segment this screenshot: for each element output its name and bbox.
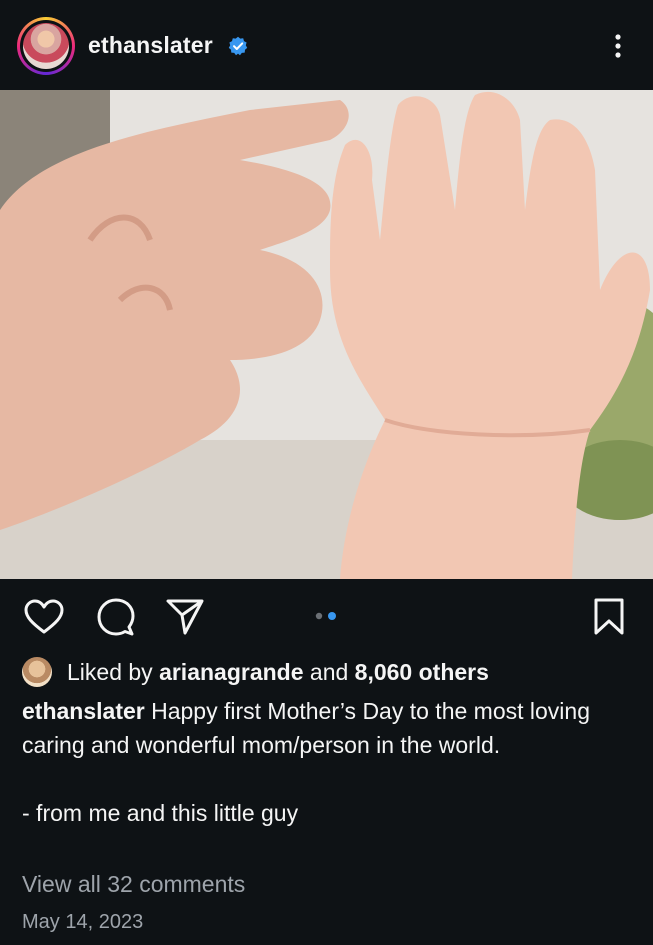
photo-illustration: [0, 90, 653, 579]
likes-prefix: Liked by: [67, 658, 160, 685]
post-username[interactable]: ethanslater: [88, 32, 213, 59]
view-comments-link[interactable]: View all 32 comments: [22, 871, 245, 898]
carousel-dot-1: [315, 612, 323, 620]
post-photo[interactable]: [0, 90, 653, 579]
liker-avatar[interactable]: [22, 657, 52, 687]
liker-username[interactable]: arianagrande: [159, 659, 303, 685]
avatar-border: [20, 20, 72, 72]
post-header: ethanslater: [0, 0, 653, 90]
heart-icon[interactable]: [24, 599, 64, 635]
carousel-dot-2-active: [328, 612, 336, 620]
post-caption: ethanslater Happy first Mother’s Day to …: [22, 694, 622, 830]
post-date: May 14, 2023: [22, 911, 144, 933]
bookmark-icon[interactable]: [593, 597, 625, 637]
verified-badge-icon: [228, 36, 248, 56]
likes-summary: Liked by arianagrande and 8,060 others: [67, 659, 489, 686]
likes-count[interactable]: 8,060 others: [355, 659, 489, 685]
profile-avatar[interactable]: [17, 17, 75, 75]
likes-middle: and: [303, 658, 355, 685]
comment-icon[interactable]: [96, 597, 136, 637]
post-action-bar: [0, 579, 653, 654]
send-icon[interactable]: [165, 598, 205, 636]
likes-row[interactable]: Liked by arianagrande and 8,060 others: [22, 656, 489, 688]
carousel-dots: [315, 612, 336, 620]
avatar-image: [23, 23, 69, 69]
more-vertical-icon[interactable]: [606, 30, 630, 62]
caption-username[interactable]: ethanslater: [22, 698, 145, 724]
